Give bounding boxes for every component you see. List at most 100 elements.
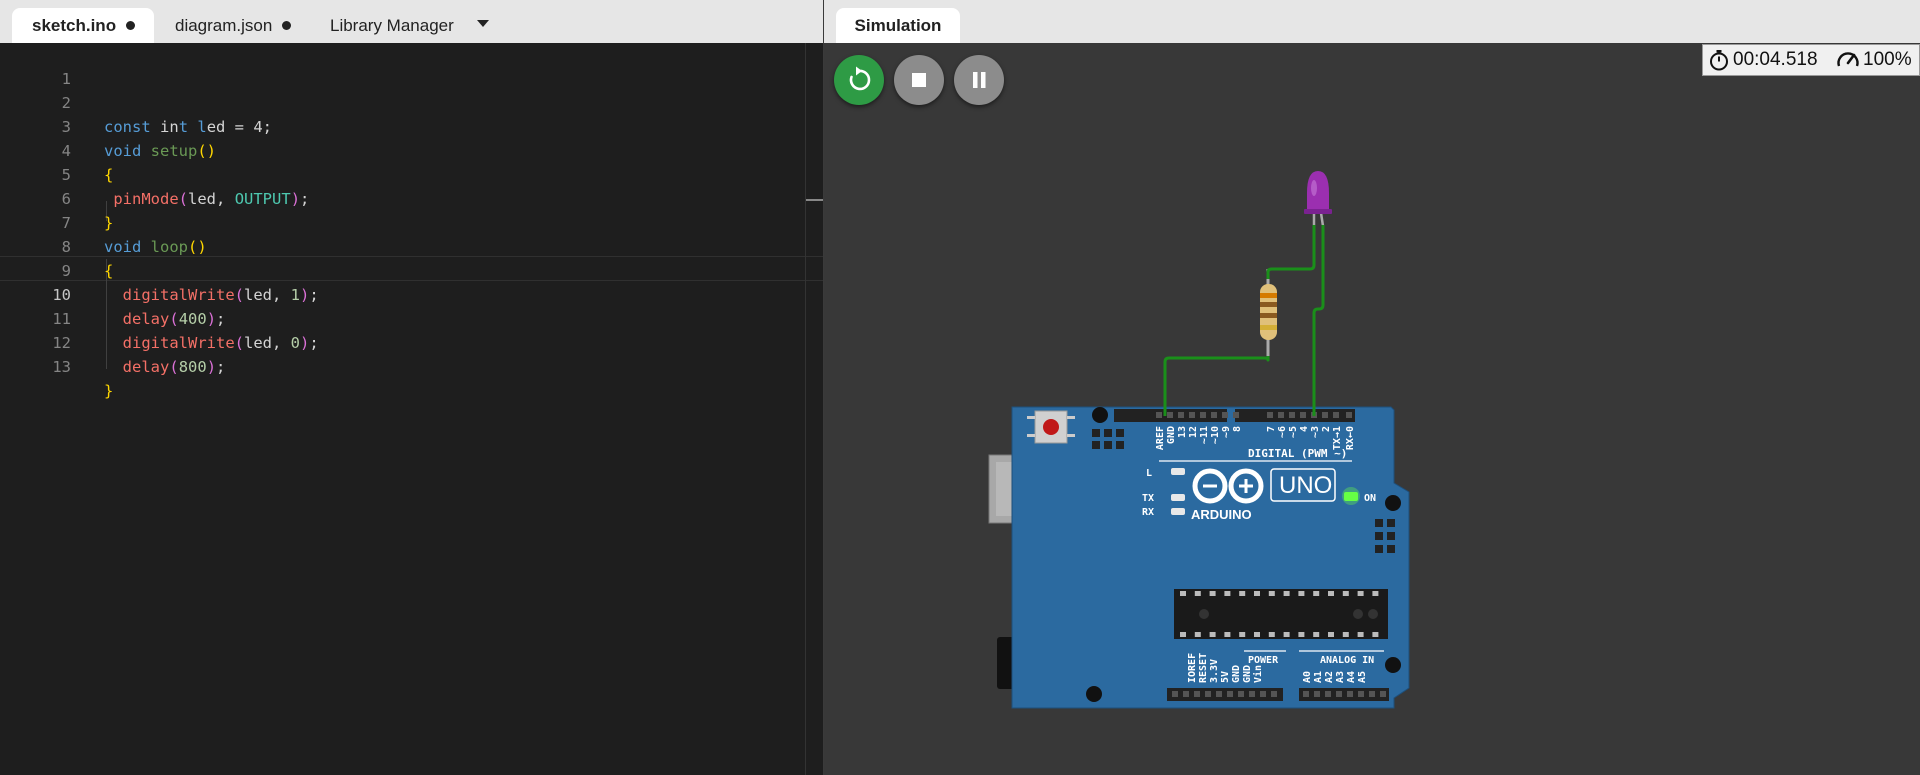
vertical-scrollbar[interactable] — [805, 43, 806, 775]
scrollbar-cursor-marker — [806, 199, 823, 201]
editor-tab-bar: sketch.ino diagram.json Library Manager — [0, 0, 823, 43]
chip-pin — [1372, 632, 1379, 637]
header-pin[interactable] — [1172, 691, 1178, 697]
top-pin-label: 13 — [1177, 426, 1188, 438]
bottom-pin-label: A4 — [1346, 671, 1357, 683]
top-pin-label: 8 — [1232, 426, 1243, 432]
top-pin-label: ~5 — [1288, 426, 1299, 438]
header-pin[interactable] — [1333, 412, 1339, 418]
tab-simulation[interactable]: Simulation — [836, 8, 960, 43]
code-line[interactable]: 1 — [0, 43, 823, 88]
code-line[interactable]: 13 } — [0, 331, 823, 400]
digital-label: DIGITAL (PWM ~) — [1248, 447, 1347, 460]
top-pin-label: 7 — [1266, 426, 1277, 432]
code-line[interactable]: 6 } — [0, 163, 823, 232]
rx-led — [1171, 508, 1185, 515]
chip-pin — [1357, 632, 1364, 637]
chip-pin — [1342, 591, 1349, 596]
code-line[interactable]: 9 digitalWrite(led, 1); — [0, 235, 823, 304]
header-pin[interactable] — [1260, 691, 1266, 697]
header-pin[interactable] — [1189, 412, 1195, 418]
header-pin[interactable] — [1200, 412, 1206, 418]
arduino-logo-text: ARDUINO — [1191, 507, 1252, 522]
tx-led — [1171, 494, 1185, 501]
arduino-uno-board[interactable]: AREF GND 13 12 ~11 ~10 ~9 8 7 ~6 ~5 4 ~3 2 TX→1 RX←0 DI… — [1011, 406, 1410, 709]
header-pin[interactable] — [1183, 691, 1189, 697]
header-pin[interactable] — [1346, 412, 1352, 418]
header-pin[interactable] — [1322, 412, 1328, 418]
code-line[interactable]: 2 const int led = 4; — [0, 67, 823, 136]
code-area[interactable]: 1 2 const int led = 4; 3 void setup() 4 … — [0, 43, 823, 775]
header-pin[interactable] — [1347, 691, 1353, 697]
chip-pin — [1194, 632, 1201, 637]
chip-pin — [1180, 632, 1186, 637]
tab-library-manager[interactable]: Library Manager — [330, 8, 460, 43]
header-pin[interactable] — [1358, 691, 1364, 697]
header-pin[interactable] — [1238, 691, 1244, 697]
header-pin[interactable] — [1314, 691, 1320, 697]
chip-pin — [1224, 591, 1231, 596]
tx-label: TX — [1142, 493, 1154, 504]
code-line[interactable]: 5 pinMode(led, OUTPUT); — [0, 139, 823, 208]
header-pin[interactable] — [1289, 412, 1295, 418]
chip-pin — [1342, 632, 1349, 637]
header-pin[interactable] — [1156, 412, 1162, 418]
uno-model-text: UNO — [1279, 472, 1332, 499]
unsaved-dot-icon — [282, 21, 292, 31]
top-pin-label: ~6 — [1277, 426, 1288, 438]
bottom-pin-label: Vin — [1252, 665, 1264, 683]
chip-pin — [1268, 632, 1275, 637]
header-pin[interactable] — [1167, 412, 1173, 418]
tab-diagram-json[interactable]: diagram.json — [175, 8, 305, 43]
bottom-pin-label: A2 — [1324, 671, 1335, 683]
line-number: 13 — [52, 358, 71, 376]
purple-led[interactable] — [1304, 171, 1332, 227]
header-pin[interactable] — [1369, 691, 1375, 697]
l-led — [1171, 468, 1185, 475]
tab-sketch-ino[interactable]: sketch.ino — [12, 8, 154, 43]
chip-pin — [1328, 591, 1334, 596]
header-pin[interactable] — [1267, 412, 1273, 418]
code-line[interactable]: 10 delay(400); — [0, 259, 823, 328]
chevron-down-icon[interactable] — [476, 19, 490, 28]
simulation-tab-bar: Simulation — [824, 0, 1920, 43]
header-pin[interactable] — [1211, 412, 1217, 418]
header-pin[interactable] — [1178, 412, 1184, 418]
code-line[interactable]: 7 void loop() — [0, 187, 823, 256]
chip-pin — [1313, 632, 1320, 637]
circuit-canvas[interactable]: AREF GND 13 12 ~11 ~10 ~9 8 7 ~6 ~5 4 ~3 2 TX→1 RX←0 DI… — [824, 43, 1920, 775]
chip-pin — [1239, 632, 1246, 637]
chip-pin — [1298, 632, 1305, 637]
code-line[interactable]: 3 void setup() — [0, 91, 823, 160]
code-line[interactable]: 8 { — [0, 211, 823, 280]
code-line[interactable]: 11 digitalWrite(led, 0); — [0, 283, 823, 352]
code-line[interactable]: 12 delay(800); — [0, 307, 823, 376]
header-pin[interactable] — [1336, 691, 1342, 697]
top-pin-label: 12 — [1188, 426, 1199, 438]
header-pin[interactable] — [1271, 691, 1277, 697]
header-pin[interactable] — [1278, 412, 1284, 418]
tab-label: sketch.ino — [32, 16, 117, 35]
header-pin[interactable] — [1222, 412, 1228, 418]
header-pin[interactable] — [1205, 691, 1211, 697]
bottom-pin-label: GND — [1242, 665, 1253, 683]
header-pin[interactable] — [1249, 691, 1255, 697]
code-line[interactable]: 4 { — [0, 115, 823, 184]
chip-pin — [1298, 591, 1305, 596]
chip-pin — [1239, 591, 1246, 596]
header-pin[interactable] — [1325, 691, 1331, 697]
header-pin[interactable] — [1303, 691, 1309, 697]
bottom-pin-label: IOREF — [1187, 653, 1198, 683]
bottom-pin-label: GND — [1231, 665, 1242, 683]
header-pin[interactable] — [1194, 691, 1200, 697]
wires[interactable] — [1163, 225, 1325, 416]
header-pin[interactable] — [1233, 412, 1239, 418]
header-pin[interactable] — [1300, 412, 1306, 418]
header-pin[interactable] — [1227, 691, 1233, 697]
top-pin-label: 4 — [1299, 426, 1310, 432]
chip-pin — [1254, 632, 1260, 637]
resistor[interactable] — [1260, 269, 1277, 356]
header-pin[interactable] — [1380, 691, 1386, 697]
chip-pin — [1254, 591, 1260, 596]
header-pin[interactable] — [1216, 691, 1222, 697]
